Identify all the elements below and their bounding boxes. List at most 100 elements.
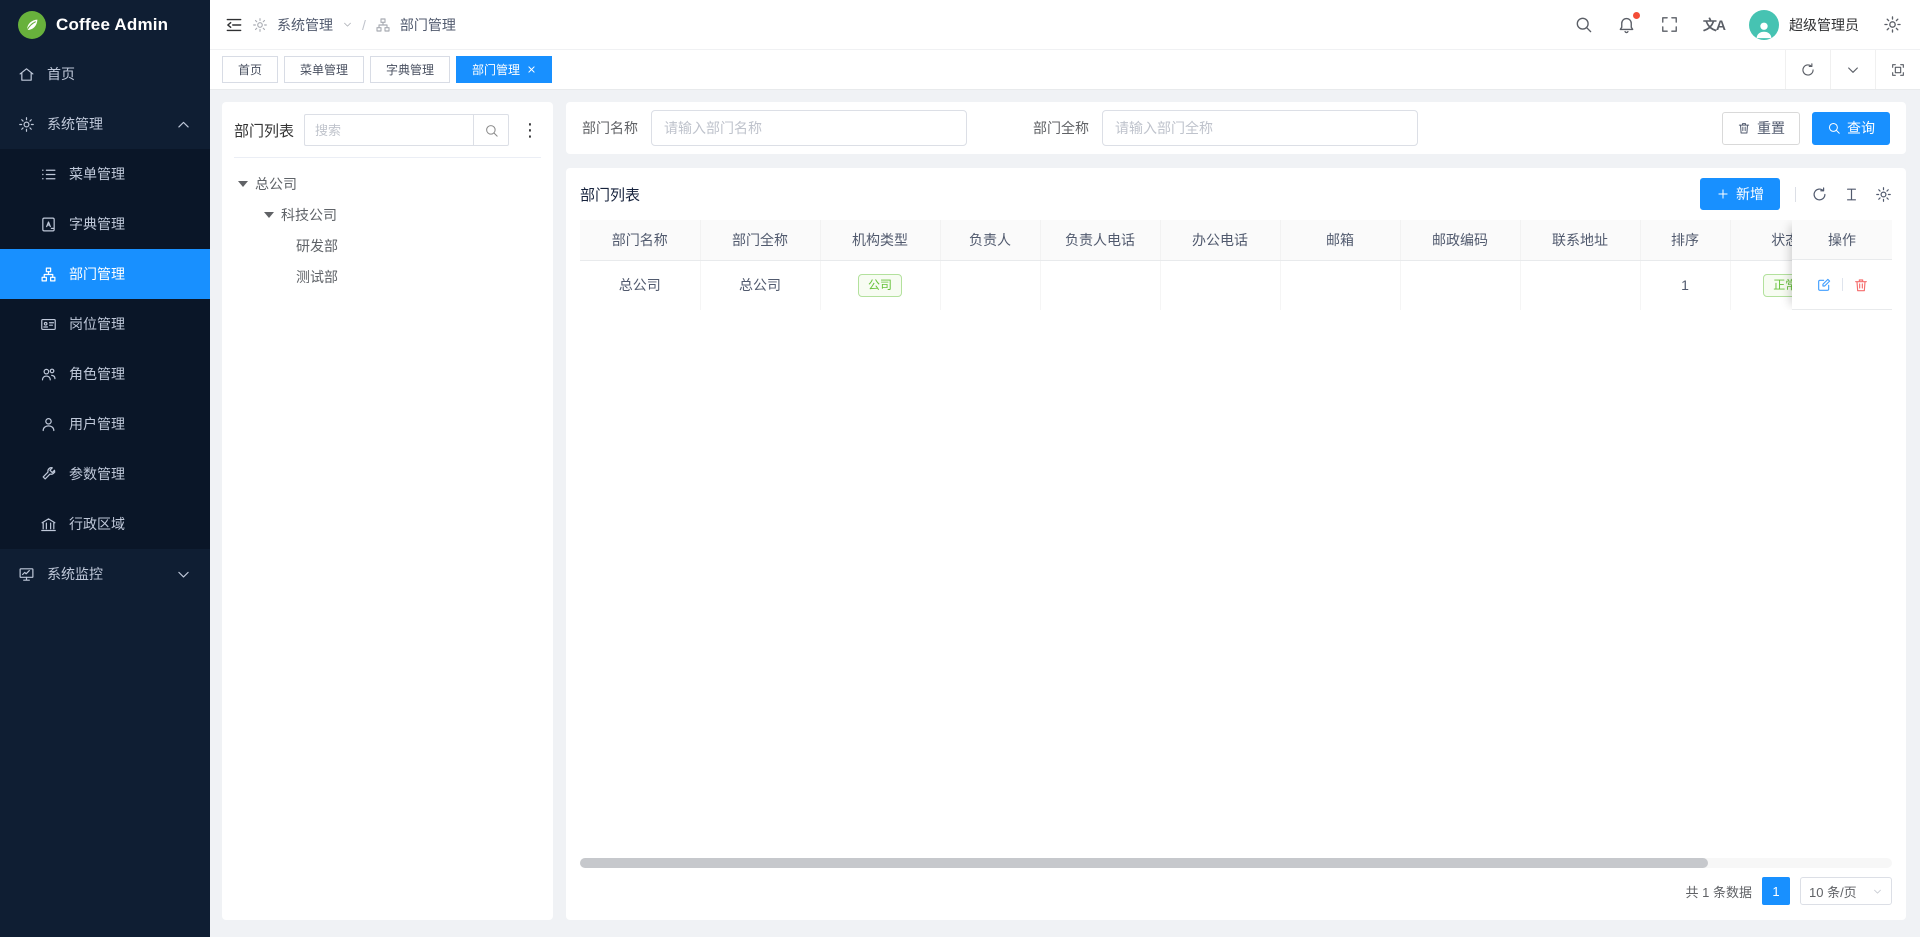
cell-postcode	[1400, 260, 1520, 310]
sidebar-item-dict-management[interactable]: 字典管理	[0, 199, 210, 249]
wrench-icon	[40, 466, 57, 483]
column-settings-gear-icon[interactable]	[1875, 186, 1892, 203]
reset-button[interactable]: 重置	[1722, 112, 1800, 145]
caret-down-icon[interactable]	[264, 212, 274, 218]
col-postcode[interactable]: 邮政编码	[1400, 220, 1520, 260]
tree-node-head-office[interactable]: 总公司	[234, 168, 541, 199]
table-scroll-area: 部门名称 部门全称 机构类型 负责人 负责人电话 办公电话 邮箱 邮政编码 联系…	[580, 220, 1892, 310]
sidebar-item-label: 首页	[47, 64, 192, 84]
topbar: 系统管理 / 部门管理 文A 超级管理员	[210, 0, 1920, 49]
table-card-header: 部门列表 新增	[580, 168, 1892, 220]
sidebar-item-label: 菜单管理	[69, 164, 192, 184]
more-vertical-icon[interactable]: ⋮	[519, 121, 541, 139]
col-leader[interactable]: 负责人	[940, 220, 1040, 260]
roles-icon	[40, 366, 57, 383]
col-sort[interactable]: 排序	[1640, 220, 1730, 260]
main-area: 系统管理 / 部门管理 文A 超级管理员 首页 菜单管理 字典管理 部	[210, 0, 1920, 937]
row-height-icon[interactable]	[1843, 186, 1860, 203]
dept-fullname-input[interactable]	[1102, 110, 1418, 146]
sidebar-menu: 首页 系统管理 菜单管理 字典管理 部门管理	[0, 49, 210, 599]
trash-icon	[1737, 121, 1751, 135]
content: 部门列表 ⋮ 总公司 科技公司	[210, 90, 1920, 937]
col-dept-name[interactable]: 部门名称	[580, 220, 700, 260]
tab-label: 首页	[238, 61, 262, 78]
org-chart-icon	[40, 266, 57, 283]
table-row[interactable]: 总公司 总公司 公司 1 正	[580, 260, 1840, 310]
sidebar-item-admin-region[interactable]: 行政区域	[0, 499, 210, 549]
tab-home[interactable]: 首页	[222, 56, 278, 83]
tab-close-icon[interactable]	[527, 65, 536, 74]
app-logo[interactable]: Coffee Admin	[0, 0, 210, 49]
tree-search-input[interactable]	[304, 114, 473, 146]
chevron-down-icon	[175, 566, 192, 583]
refresh-icon[interactable]	[1785, 50, 1830, 89]
menu-fold-icon[interactable]	[224, 15, 244, 35]
sidebar-item-user-management[interactable]: 用户管理	[0, 399, 210, 449]
app-root: Coffee Admin 首页 系统管理 菜单管理 字典管理	[0, 0, 1920, 937]
col-email[interactable]: 邮箱	[1280, 220, 1400, 260]
col-address[interactable]: 联系地址	[1520, 220, 1640, 260]
bell-icon[interactable]	[1617, 15, 1636, 34]
chevron-down-icon	[342, 19, 353, 30]
cell-email	[1280, 260, 1400, 310]
dictionary-icon	[40, 216, 57, 233]
col-leader-phone[interactable]: 负责人电话	[1040, 220, 1160, 260]
tree-node-test-dept[interactable]: 测试部	[234, 261, 541, 292]
gear-icon	[18, 116, 35, 133]
org-chart-icon	[375, 17, 391, 33]
breadcrumb-item-system[interactable]: 系统管理	[277, 15, 333, 35]
chevron-down-icon[interactable]	[1830, 50, 1875, 89]
page-size-select[interactable]: 10 条/页	[1800, 877, 1892, 905]
dept-fullname-label: 部门全称	[1033, 118, 1089, 138]
query-buttons: 重置 查询	[1722, 112, 1890, 145]
add-button[interactable]: 新增	[1700, 178, 1780, 210]
cell-leader	[940, 260, 1040, 310]
cell-leader-phone	[1040, 260, 1160, 310]
sidebar-item-role-management[interactable]: 角色管理	[0, 349, 210, 399]
cell-office-phone	[1160, 260, 1280, 310]
sidebar-item-post-management[interactable]: 岗位管理	[0, 299, 210, 349]
user-name[interactable]: 超级管理员	[1789, 15, 1859, 35]
dept-name-input[interactable]	[651, 110, 967, 146]
page-button-1[interactable]: 1	[1762, 877, 1790, 905]
sidebar-item-label: 岗位管理	[69, 314, 192, 334]
idcard-icon	[40, 316, 57, 333]
search-icon[interactable]	[1574, 15, 1593, 34]
col-org-type[interactable]: 机构类型	[820, 220, 940, 260]
tree-node-label: 科技公司	[281, 205, 337, 225]
col-office-phone[interactable]: 办公电话	[1160, 220, 1280, 260]
tree-search-button[interactable]	[473, 114, 509, 146]
logo-leaf-icon	[18, 11, 46, 39]
sidebar-item-system-management[interactable]: 系统管理	[0, 99, 210, 149]
translate-icon[interactable]: 文A	[1703, 15, 1725, 35]
tab-dict-management[interactable]: 字典管理	[370, 56, 450, 83]
maximize-icon[interactable]	[1875, 50, 1920, 89]
tree-node-label: 总公司	[255, 174, 297, 194]
bank-icon	[40, 516, 57, 533]
fullscreen-icon[interactable]	[1660, 15, 1679, 34]
sidebar-item-param-management[interactable]: 参数管理	[0, 449, 210, 499]
edit-icon[interactable]	[1816, 277, 1832, 293]
tab-dept-management[interactable]: 部门管理	[456, 56, 552, 83]
scrollbar-thumb[interactable]	[580, 858, 1708, 868]
operation-divider	[1842, 278, 1843, 291]
sidebar-item-menu-management[interactable]: 菜单管理	[0, 149, 210, 199]
notification-dot	[1633, 12, 1640, 19]
tree-node-rd-dept[interactable]: 研发部	[234, 230, 541, 261]
app-title: Coffee Admin	[56, 15, 168, 35]
sidebar-item-dept-management[interactable]: 部门管理	[0, 249, 210, 299]
sidebar-item-home[interactable]: 首页	[0, 49, 210, 99]
refresh-icon[interactable]	[1811, 186, 1828, 203]
caret-down-icon[interactable]	[238, 181, 248, 187]
search-button[interactable]: 查询	[1812, 112, 1890, 145]
col-dept-fullname[interactable]: 部门全称	[700, 220, 820, 260]
sidebar-item-label: 行政区域	[69, 514, 192, 534]
tab-menu-management[interactable]: 菜单管理	[284, 56, 364, 83]
add-button-label: 新增	[1736, 184, 1764, 204]
plus-icon	[1716, 187, 1730, 201]
delete-icon[interactable]	[1853, 277, 1869, 293]
avatar[interactable]	[1749, 10, 1779, 40]
sidebar-item-system-monitor[interactable]: 系统监控	[0, 549, 210, 599]
settings-gear-icon[interactable]	[1883, 15, 1902, 34]
tree-node-tech-company[interactable]: 科技公司	[234, 199, 541, 230]
